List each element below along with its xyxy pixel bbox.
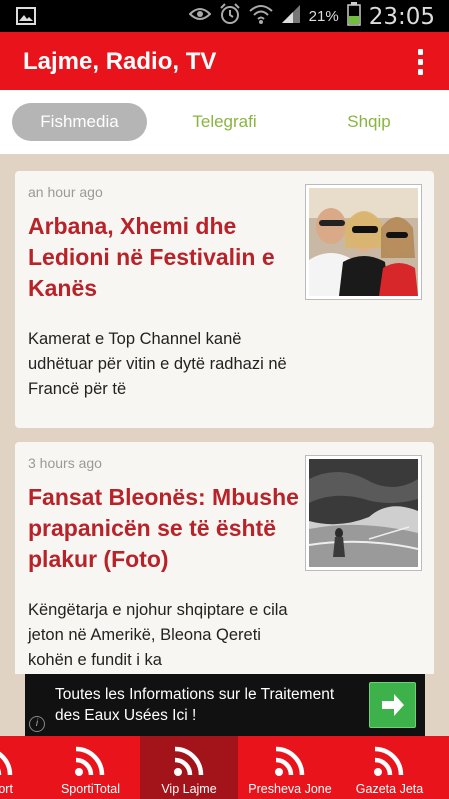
nav-item-sport[interactable]: Sport xyxy=(0,736,43,799)
article-thumbnail[interactable] xyxy=(305,184,422,300)
article-card[interactable]: 3 hours ago Fansat Bleonës: Mbushe prapa… xyxy=(15,442,434,674)
status-bar: 21% 23:05 xyxy=(0,0,449,32)
article-time: 3 hours ago xyxy=(28,455,102,471)
arrow-right-icon xyxy=(382,694,404,716)
app-bar: Lajme, Radio, TV xyxy=(0,32,449,90)
nav-label: Presheva Jone xyxy=(248,782,332,796)
battery-icon xyxy=(346,2,361,31)
nav-item-presheva-jone[interactable]: Presheva Jone xyxy=(240,736,340,799)
nav-item-gazeta-jeta[interactable]: Gazeta Jeta xyxy=(342,736,437,799)
nav-label: Vip Lajme xyxy=(161,782,217,796)
ad-text[interactable]: Toutes les Informations sur le Traitemen… xyxy=(55,684,355,726)
tab-shqip[interactable]: Shqip xyxy=(305,103,433,141)
nav-label: Gazeta Jeta xyxy=(355,782,424,796)
nav-label: SportiTotal xyxy=(60,782,121,796)
clock: 23:05 xyxy=(368,3,435,30)
eye-icon xyxy=(188,6,212,27)
article-feed[interactable]: an hour ago Arbana, Xhemi dhe Ledioni në… xyxy=(0,154,449,674)
tab-telegrafi[interactable]: Telegrafi xyxy=(162,103,287,141)
ad-info-icon[interactable]: i xyxy=(29,716,45,732)
article-title[interactable]: Fansat Bleonës: Mbushe prapanicën se të … xyxy=(28,482,303,575)
rss-icon xyxy=(0,751,13,776)
gallery-notification-icon xyxy=(16,7,36,30)
bottom-nav: Sport SportiTotal Vip Lajme Presheva Jon… xyxy=(0,736,449,799)
nav-item-vip-lajme[interactable]: Vip Lajme xyxy=(140,736,238,799)
ad-banner[interactable]: Toutes les Informations sur le Traitemen… xyxy=(25,674,425,736)
signal-icon xyxy=(281,4,301,29)
wifi-icon xyxy=(248,4,273,29)
source-tabs: Fishmedia Telegrafi Shqip xyxy=(0,90,449,154)
nav-label: Sport xyxy=(0,782,13,796)
alarm-icon xyxy=(219,3,241,30)
nav-item-sportitotal[interactable]: SportiTotal xyxy=(43,736,138,799)
article-card[interactable]: an hour ago Arbana, Xhemi dhe Ledioni në… xyxy=(15,171,434,428)
rss-icon xyxy=(374,746,404,776)
article-snippet: Kamerat e Top Channel kanë udhëtuar për … xyxy=(28,330,287,398)
rss-icon xyxy=(275,746,305,776)
ad-arrow-button[interactable] xyxy=(369,682,416,728)
tab-fishmedia[interactable]: Fishmedia xyxy=(12,103,147,141)
article-snippet: Këngëtarja e njohur shqiptare e cila jet… xyxy=(28,601,288,669)
article-thumbnail[interactable] xyxy=(305,455,422,571)
battery-percent: 21% xyxy=(308,8,339,25)
overflow-menu-icon[interactable] xyxy=(415,49,425,75)
rss-icon xyxy=(75,746,105,776)
article-time: an hour ago xyxy=(28,184,103,200)
article-title[interactable]: Arbana, Xhemi dhe Ledioni në Festivalin … xyxy=(28,211,303,304)
app-title: Lajme, Radio, TV xyxy=(23,48,217,75)
rss-icon xyxy=(174,746,204,776)
